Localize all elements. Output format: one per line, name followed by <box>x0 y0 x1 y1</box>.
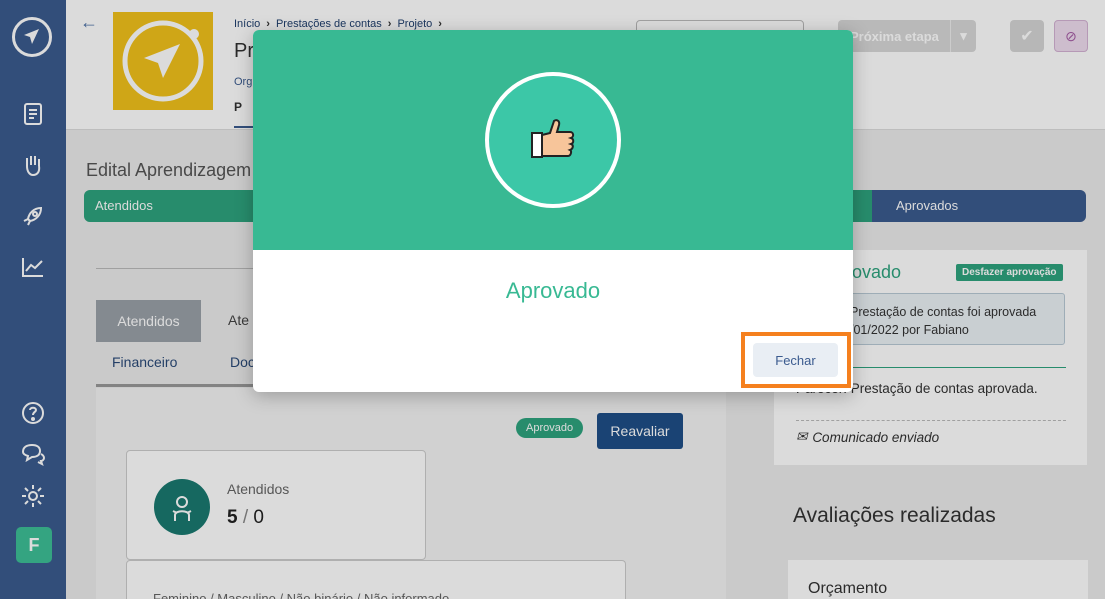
modal-header <box>253 30 853 250</box>
highlight-box <box>741 332 851 388</box>
thumbs-up-icon <box>485 72 621 208</box>
modal-title: Aprovado <box>505 278 601 303</box>
